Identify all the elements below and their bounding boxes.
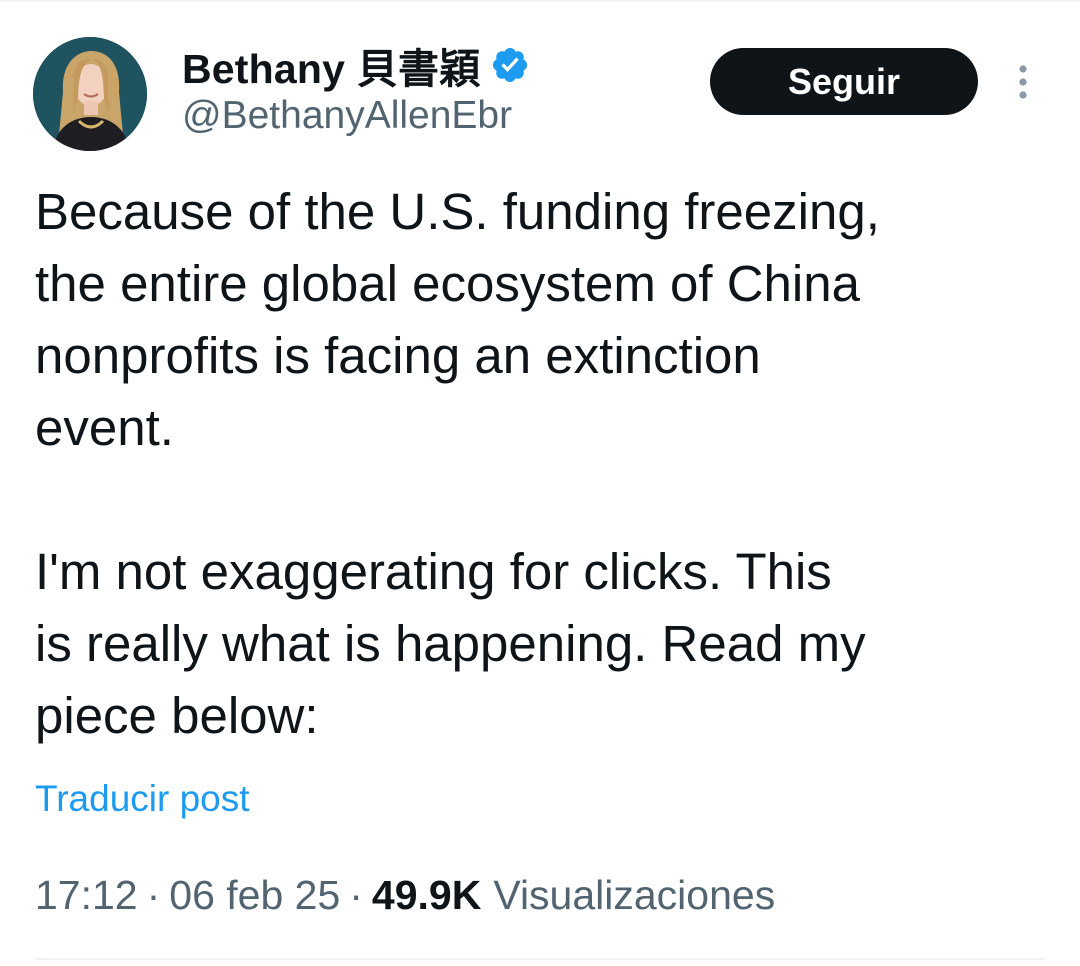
tweet-line: Because of the U.S. funding freezing, [35, 183, 880, 240]
bottom-divider [35, 958, 1045, 960]
tweet-line: event. [35, 399, 174, 456]
separator-dot: · [146, 872, 161, 918]
tweet-text: Because of the U.S. funding freezing, th… [35, 176, 1045, 752]
tweet-line: is really what is happening. Read my [35, 615, 866, 672]
tweet-line: piece below: [35, 687, 319, 744]
tweet-line: I'm not exaggerating for clicks. This [35, 543, 832, 600]
follow-button[interactable]: Seguir [710, 48, 978, 115]
views-label[interactable]: Visualizaciones [493, 872, 775, 919]
more-options-button[interactable] [1008, 60, 1038, 104]
top-divider [0, 0, 1080, 2]
author-handle[interactable]: @BethanyAllenEbr [182, 94, 512, 138]
verified-badge-icon [490, 45, 530, 85]
author-name-row[interactable]: Bethany 貝書穎 [182, 40, 530, 92]
tweet-line: nonprofits is facing an extinction [35, 327, 761, 384]
views-count[interactable]: 49.9K [372, 872, 481, 919]
translate-post-link[interactable]: Traducir post [35, 778, 250, 820]
tweet-line: the entire global ecosystem of China [35, 255, 860, 312]
tweet-metadata: 17:12 · 06 feb 25 · 49.9K Visualizacione… [35, 872, 775, 919]
vertical-ellipsis-icon [1019, 65, 1027, 99]
author-display-name[interactable]: Bethany 貝書穎 [182, 35, 480, 95]
tweet-time[interactable]: 17:12 [35, 872, 138, 919]
tweet-date[interactable]: 06 feb 25 [169, 872, 340, 919]
avatar[interactable] [33, 37, 147, 151]
separator-dot: · [349, 872, 363, 918]
